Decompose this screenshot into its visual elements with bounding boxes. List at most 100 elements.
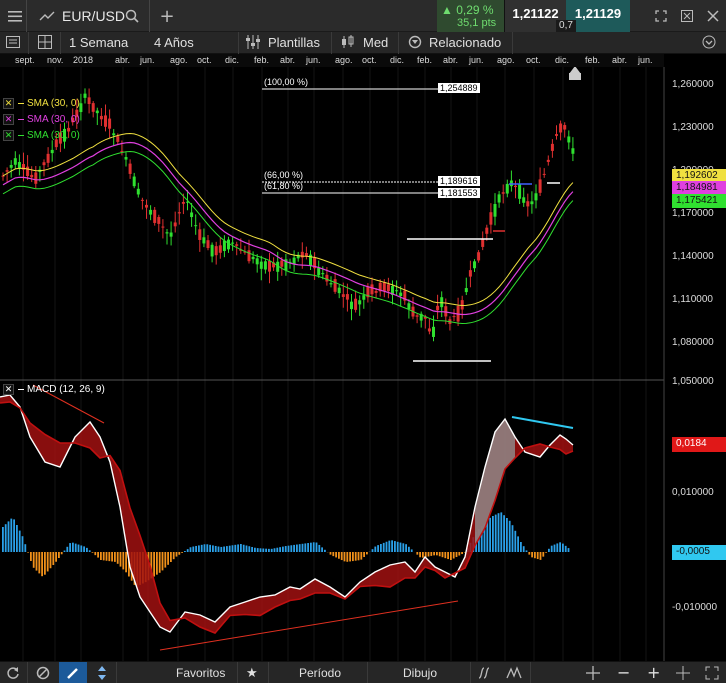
price-axis-label: 1,050000 xyxy=(672,376,714,387)
function-icon[interactable] xyxy=(477,666,491,683)
candle-body xyxy=(79,103,83,113)
period-selector[interactable]: 1 Semana xyxy=(69,35,128,50)
symbol-label[interactable]: EUR/USD xyxy=(62,0,125,32)
macd-histogram-bar xyxy=(360,552,363,560)
hamburger-menu-icon[interactable] xyxy=(4,0,26,32)
sma-legend-3[interactable]: ✕ SMA (30, 0) xyxy=(3,129,80,142)
candle-body xyxy=(42,162,46,166)
sort-arrows-icon[interactable] xyxy=(95,666,109,683)
candle-body xyxy=(542,173,546,175)
macd-histogram-bar xyxy=(41,552,43,577)
candle-body xyxy=(395,290,399,292)
macd-histogram-bar xyxy=(290,545,293,552)
price-chart[interactable] xyxy=(0,67,726,661)
period-button[interactable]: Período xyxy=(299,666,341,680)
related-button[interactable]: Relacionado xyxy=(429,35,501,50)
time-axis-label: oct. xyxy=(362,55,377,65)
macd-histogram-bar xyxy=(528,552,531,555)
macd-histogram-bar xyxy=(531,552,533,558)
macd-histogram-bar xyxy=(307,543,309,552)
close-icon[interactable] xyxy=(704,0,722,32)
fullscreen-icon[interactable] xyxy=(705,666,719,683)
spread-value: 0,7 xyxy=(556,20,576,32)
sma-legend-2[interactable]: ✕ SMA (30, 0) xyxy=(3,113,80,126)
macd-histogram-bar xyxy=(444,552,447,559)
candle-body xyxy=(354,298,358,310)
crosshair-icon[interactable] xyxy=(676,666,690,683)
candle-body xyxy=(173,222,177,227)
related-icon xyxy=(408,35,422,53)
macd-histogram-bar xyxy=(256,548,259,552)
search-icon[interactable] xyxy=(122,0,142,32)
macd-histogram-bar xyxy=(237,544,239,552)
templates-button[interactable]: Plantillas xyxy=(268,35,320,50)
candle-body xyxy=(87,97,91,105)
macd-histogram-bar xyxy=(125,552,127,573)
price-tag-magenta: 1,184981 xyxy=(672,181,726,195)
candle-body xyxy=(112,133,116,136)
macd-histogram-bar xyxy=(270,548,273,552)
time-axis: sept. nov. 2018 abr. jun. ago. oct. dic. feb. abr… xyxy=(0,54,664,67)
candle-body xyxy=(116,136,120,142)
macd-histogram-bar xyxy=(394,541,396,552)
macd-histogram-bar xyxy=(363,552,365,558)
price-axis-label: 1,080000 xyxy=(672,337,714,348)
candle-type-button[interactable]: Med xyxy=(363,35,388,50)
candle-body xyxy=(317,267,321,276)
chevron-down-icon[interactable] xyxy=(702,35,716,53)
macd-histogram-bar xyxy=(234,544,237,552)
candle-body xyxy=(468,270,472,277)
candle-body xyxy=(362,295,366,300)
refresh-icon[interactable] xyxy=(6,666,20,683)
popout-icon[interactable] xyxy=(678,0,696,32)
zoom-in-icon[interactable]: + xyxy=(647,663,660,682)
close-icon[interactable]: ✕ xyxy=(3,130,14,141)
favorites-button[interactable]: Favoritos xyxy=(176,666,225,680)
candle-body xyxy=(432,326,435,337)
sma-legend-1[interactable]: ✕ SMA (30, 0) xyxy=(3,97,80,110)
close-icon[interactable]: ✕ xyxy=(3,114,14,125)
close-icon[interactable]: ✕ xyxy=(3,384,14,395)
range-selector[interactable]: 4 Años xyxy=(154,35,194,50)
grid-layout-icon[interactable] xyxy=(38,35,52,53)
candle-body xyxy=(206,240,210,249)
macd-histogram-bar xyxy=(200,544,203,552)
candle-body xyxy=(555,134,558,136)
candle-body xyxy=(95,110,99,114)
candle-body xyxy=(386,284,390,292)
macd-histogram-bar xyxy=(380,544,382,552)
time-axis-label: feb. xyxy=(585,55,601,65)
close-icon[interactable]: ✕ xyxy=(3,98,14,109)
move-icon[interactable] xyxy=(586,666,600,683)
macd-histogram-bar xyxy=(52,552,55,565)
macd-histogram-bar xyxy=(114,552,116,562)
candle-body xyxy=(501,192,505,194)
macd-histogram-bar xyxy=(175,552,178,557)
add-tab-icon[interactable]: + xyxy=(158,0,176,32)
macd-histogram-bar xyxy=(553,544,556,552)
macd-histogram-bar xyxy=(228,545,231,552)
macd-histogram-bar xyxy=(452,552,455,559)
macd-legend[interactable]: ✕ MACD (12, 26, 9) xyxy=(3,383,105,396)
indicator-icon[interactable] xyxy=(506,666,522,683)
macd-histogram-bar xyxy=(497,513,500,552)
macd-histogram-bar xyxy=(352,552,354,562)
candle-body xyxy=(300,251,304,258)
macd-histogram-bar xyxy=(248,546,251,552)
pencil-icon[interactable] xyxy=(66,666,80,683)
macd-histogram-bar xyxy=(427,552,430,557)
candle-body xyxy=(546,159,550,162)
candle-body xyxy=(1,175,5,177)
macd-histogram-bar xyxy=(83,546,85,552)
disable-icon[interactable] xyxy=(36,666,50,683)
macd-histogram-bar xyxy=(458,552,461,556)
list-icon[interactable] xyxy=(6,35,20,53)
bid-price: 1,21122 xyxy=(512,6,559,21)
zoom-out-icon[interactable]: − xyxy=(617,663,630,682)
star-icon[interactable]: ★ xyxy=(246,666,258,681)
time-axis-label: jun. xyxy=(638,55,653,65)
drawing-button[interactable]: Dibujo xyxy=(403,666,437,680)
macd-histogram-bar xyxy=(158,552,161,573)
expand-icon[interactable] xyxy=(652,0,670,32)
macd-histogram-bar xyxy=(198,545,200,552)
